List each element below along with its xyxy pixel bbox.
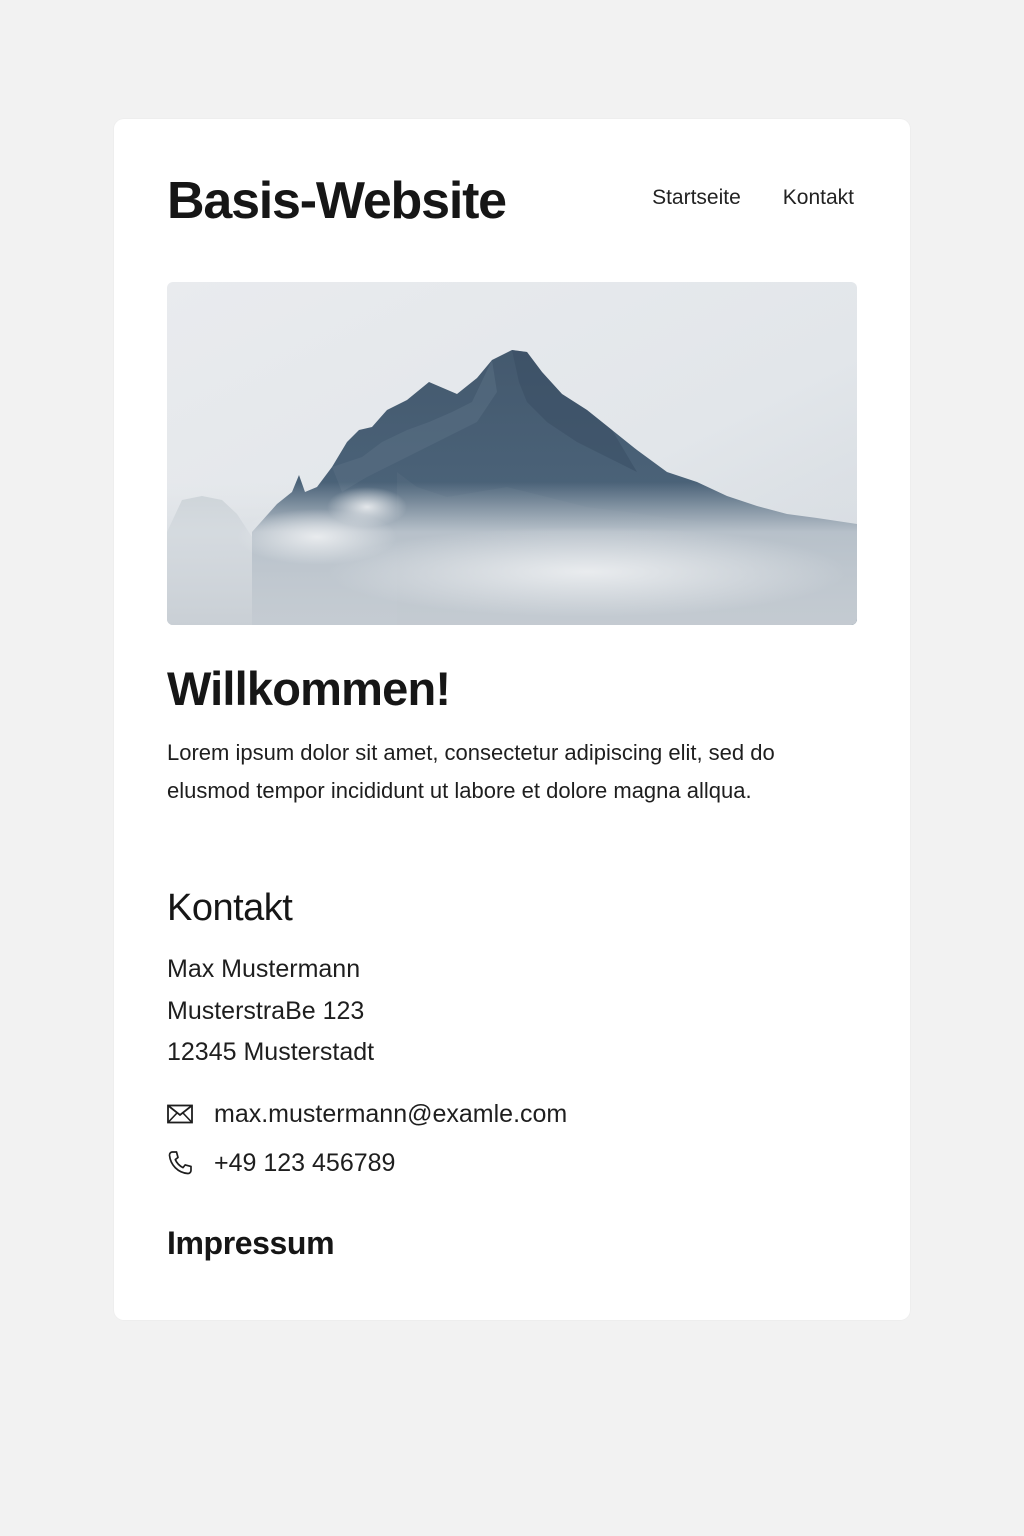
site-header: Basis-Website Startseite Kontakt	[167, 171, 857, 231]
site-title: Basis-Website	[167, 172, 507, 230]
impressum-link[interactable]: Impressum	[167, 1222, 335, 1264]
postal-address: Max Mustermann MusterstraBe 123 12345 Mu…	[167, 949, 374, 1074]
welcome-heading: Willkommen!	[167, 662, 451, 715]
envelope-icon	[167, 1101, 194, 1128]
page-card: Basis-Website Startseite Kontakt Willkom…	[114, 119, 910, 1320]
hero-image	[167, 282, 857, 625]
main-nav: Startseite Kontakt	[652, 185, 854, 211]
phone-link[interactable]: +49 123 456789	[214, 1149, 395, 1178]
contact-city: 12345 Musterstadt	[167, 1038, 375, 1066]
contact-street: MusterstraBe 123	[167, 996, 365, 1025]
contact-name: Max Mustermann	[167, 955, 361, 983]
contact-heading: Kontakt	[167, 887, 293, 929]
email-row: max.mustermann@examle.com	[167, 1097, 567, 1131]
nav-link-startseite[interactable]: Startseite	[652, 185, 741, 211]
phone-icon	[167, 1150, 194, 1177]
email-link[interactable]: max.mustermann@examle.com	[214, 1100, 567, 1129]
phone-row: +49 123 456789	[167, 1146, 395, 1180]
welcome-paragraph: Lorem ipsum dolor sit amet, consectetur …	[167, 740, 775, 803]
nav-link-kontakt[interactable]: Kontakt	[783, 185, 854, 211]
